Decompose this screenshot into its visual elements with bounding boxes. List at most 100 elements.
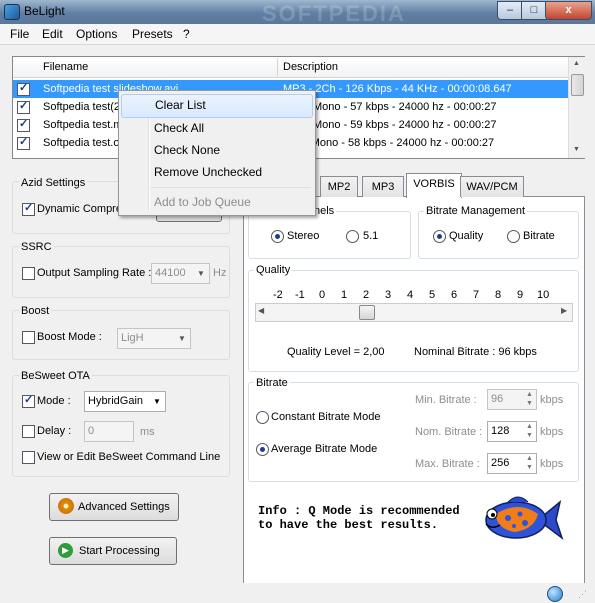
menu-bar: File Edit Options Presets ? <box>0 24 595 45</box>
tab-wav-pcm[interactable]: WAV/PCM <box>460 176 524 197</box>
app-icon <box>4 4 20 20</box>
check-none-label: Check None <box>154 143 221 157</box>
stereo-label: Stereo <box>287 230 320 242</box>
tab-mp2[interactable]: MP2 <box>320 176 358 197</box>
delay-input[interactable]: 0 <box>84 421 134 442</box>
quality-tick-label: 3 <box>385 289 392 301</box>
column-filename[interactable]: Filename <box>43 61 88 73</box>
view-edit-checkbox[interactable] <box>22 451 35 464</box>
row-checkbox[interactable] <box>17 135 30 150</box>
sampling-rate-checkbox[interactable] <box>22 267 35 280</box>
nom-bitrate-input[interactable]: 128 ▲ ▼ <box>487 421 537 442</box>
title-bar[interactable]: BeLight SOFTPEDIA ‒ □ x <box>0 0 595 26</box>
average-bitrate-radio[interactable] <box>256 443 269 456</box>
status-bar: ⋰ <box>0 583 595 603</box>
scroll-down-icon[interactable]: ▼ <box>573 146 580 153</box>
row-filename: Softpedia test.m <box>43 119 123 131</box>
size-grip-icon[interactable]: ⋰ <box>578 589 587 600</box>
nom-bitrate-unit: kbps <box>540 426 564 438</box>
menu-options[interactable]: Options <box>76 27 117 41</box>
menu-item-check-all[interactable]: Check All <box>119 117 315 139</box>
scroll-thumb[interactable] <box>571 74 584 96</box>
play-icon: ▶ <box>58 543 73 558</box>
gear-icon <box>58 498 74 514</box>
average-bitrate-label: Average Bitrate Mode <box>271 443 378 455</box>
slider-right-icon[interactable]: ▶ <box>561 306 567 315</box>
globe-icon[interactable] <box>547 586 563 602</box>
info-line-1: Info : Q Mode is recommended <box>258 504 460 518</box>
chevron-down-icon: ▼ <box>197 269 205 278</box>
row-description: MP3 - 2Ch - 126 Kbps - 44 KHz - 00:00:08… <box>283 83 512 95</box>
minimize-button[interactable]: ‒ <box>497 1 523 20</box>
info-line-2: to have the best results. <box>258 518 439 532</box>
list-scrollbar[interactable]: ▲ ▼ <box>568 57 585 158</box>
quality-slider[interactable]: ◀ ▶ <box>255 303 573 322</box>
quality-radio[interactable] <box>433 230 446 243</box>
max-bitrate-label: Max. Bitrate : <box>415 458 480 470</box>
quality-label: Quality <box>449 230 484 242</box>
besweet-mode-label: Mode : <box>37 395 71 407</box>
row-checkbox[interactable] <box>17 117 30 132</box>
menu-presets[interactable]: Presets <box>132 27 173 41</box>
close-button[interactable]: x <box>545 1 592 20</box>
tab-mp3[interactable]: MP3 <box>362 176 404 197</box>
quality-tick-label: 8 <box>495 289 502 301</box>
slider-left-icon[interactable]: ◀ <box>258 306 264 315</box>
min-bitrate-input[interactable]: 96 ▲ ▼ <box>487 389 537 410</box>
max-bitrate-unit: kbps <box>540 458 564 470</box>
ssrc-title: SSRC <box>19 241 54 253</box>
chevron-down-icon: ▼ <box>153 397 161 406</box>
delay-checkbox[interactable] <box>22 425 35 438</box>
chevron-down-icon: ▼ <box>178 334 186 343</box>
scroll-up-icon[interactable]: ▲ <box>573 60 580 67</box>
boost-mode-combo[interactable]: LigH ▼ <box>117 328 191 349</box>
sampling-rate-value: 44100 <box>155 267 186 279</box>
bitrate-radio[interactable] <box>507 230 520 243</box>
list-header: Filename Description <box>13 57 568 78</box>
tab-vorbis[interactable]: VORBIS <box>406 173 462 198</box>
quality-tick-label: 2 <box>363 289 370 301</box>
sampling-rate-unit: Hz <box>213 267 227 279</box>
row-description: - Mono - 58 kbps - 24000 hz - 00:00:27 <box>304 137 495 149</box>
check-all-label: Check All <box>154 121 205 135</box>
start-processing-button[interactable]: ▶ Start Processing <box>49 537 177 565</box>
column-description[interactable]: Description <box>283 61 338 73</box>
sampling-rate-label: Output Sampling Rate : <box>37 267 152 279</box>
spinner-icon[interactable]: ▲ ▼ <box>526 454 533 472</box>
quality-tick-label: 0 <box>319 289 326 301</box>
row-description: Mono - 59 kbps - 24000 hz - 00:00:27 <box>313 119 497 131</box>
row-checkbox[interactable] <box>17 81 30 96</box>
menu-file[interactable]: File <box>10 27 29 41</box>
menu-edit[interactable]: Edit <box>42 27 63 41</box>
quality-tick-label: -2 <box>273 289 283 301</box>
dynamic-compression-checkbox[interactable] <box>22 201 35 216</box>
menu-help[interactable]: ? <box>183 27 190 41</box>
sampling-rate-combo[interactable]: 44100 ▼ <box>151 263 210 284</box>
quality-tick-label: 1 <box>341 289 348 301</box>
row-checkbox[interactable] <box>17 99 30 114</box>
menu-item-clear-list[interactable]: Clear List <box>121 94 313 118</box>
five-one-radio[interactable] <box>346 230 359 243</box>
row-filename: Softpedia test(2 <box>43 101 121 113</box>
constant-bitrate-label: Constant Bitrate Mode <box>271 411 381 423</box>
menu-item-check-none[interactable]: Check None <box>119 139 315 161</box>
menu-item-remove-unchecked[interactable]: Remove Unchecked <box>119 161 315 183</box>
spinner-icon[interactable]: ▲ ▼ <box>526 422 533 440</box>
advanced-settings-button[interactable]: Advanced Settings <box>49 493 179 521</box>
azid-title: Azid Settings <box>19 177 88 189</box>
nom-bitrate-value: 128 <box>491 425 510 437</box>
bitrate-title: Bitrate <box>254 377 290 389</box>
maximize-button[interactable]: □ <box>521 1 547 20</box>
besweet-mode-checkbox[interactable] <box>22 393 35 408</box>
stereo-radio[interactable] <box>271 230 284 243</box>
spinner-icon[interactable]: ▲ ▼ <box>526 390 533 408</box>
max-bitrate-input[interactable]: 256 ▲ ▼ <box>487 453 537 474</box>
bitrate-management-title: Bitrate Management <box>424 205 528 217</box>
quality-tick-label: 7 <box>473 289 480 301</box>
column-separator[interactable] <box>277 58 278 76</box>
boost-mode-checkbox[interactable] <box>22 331 35 344</box>
besweet-mode-combo[interactable]: HybridGain ▼ <box>84 391 166 412</box>
constant-bitrate-radio[interactable] <box>256 411 269 424</box>
quality-tick-label: 10 <box>537 289 550 301</box>
slider-thumb[interactable] <box>359 305 375 320</box>
